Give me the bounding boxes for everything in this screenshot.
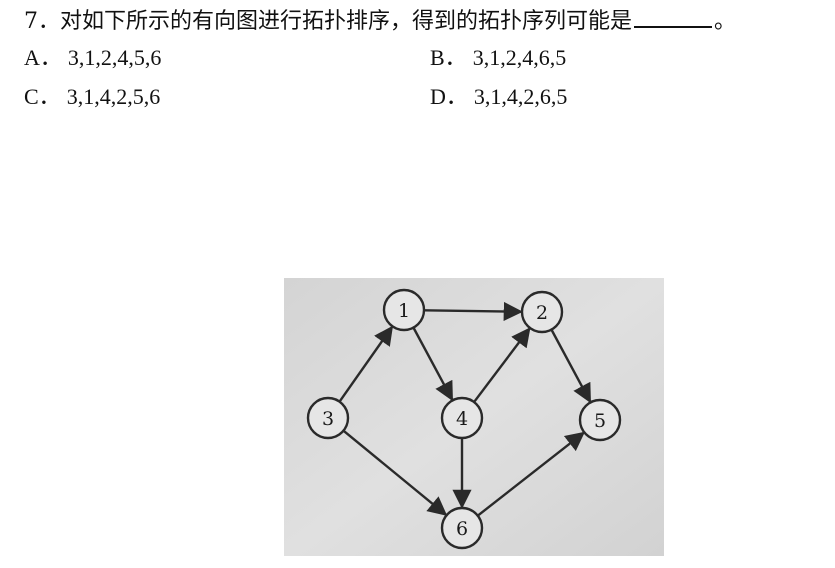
node-1: 1 (382, 288, 426, 332)
option-a: A． 3,1,2,4,5,6 (24, 44, 161, 72)
option-d-value: 3,1,4,2,6,5 (473, 84, 568, 109)
graph-figure: 1 2 3 4 5 6 (284, 278, 664, 556)
question-text: 对如下所示的有向图进行拓扑排序，得到的拓扑序列可能是 (60, 9, 633, 34)
node-4: 4 (440, 396, 484, 440)
option-c: C． 3,1,4,2,5,6 (24, 83, 160, 111)
option-b: B． 3,1,2,4,6,5 (430, 44, 566, 72)
question-end: 。 (714, 9, 737, 34)
option-b-letter: B． (430, 45, 467, 70)
node-label: 2 (536, 302, 548, 324)
node-3: 3 (306, 396, 350, 440)
node-6: 6 (440, 506, 484, 550)
option-c-value: 3,1,4,2,5,6 (66, 84, 161, 109)
node-5: 5 (578, 398, 622, 442)
option-c-letter: C． (24, 84, 61, 109)
question-line: 7．对如下所示的有向图进行拓扑排序，得到的拓扑序列可能是 。 (24, 6, 736, 36)
directed-graph: 1 2 3 4 5 6 (284, 278, 664, 556)
option-a-value: 3,1,2,4,5,6 (67, 45, 162, 70)
option-b-value: 3,1,2,4,6,5 (472, 45, 567, 70)
node-label: 6 (456, 518, 468, 540)
node-label: 3 (322, 408, 334, 430)
node-2: 2 (520, 290, 564, 334)
node-label: 1 (398, 300, 410, 322)
answer-blank (634, 6, 713, 28)
option-d: D． 3,1,4,2,6,5 (430, 83, 567, 111)
option-d-letter: D． (430, 84, 468, 109)
node-label: 4 (456, 408, 468, 430)
node-label: 5 (594, 410, 606, 432)
question-number: 7． (24, 9, 60, 34)
option-a-letter: A． (24, 45, 62, 70)
edge-1-to-2 (423, 301, 523, 322)
